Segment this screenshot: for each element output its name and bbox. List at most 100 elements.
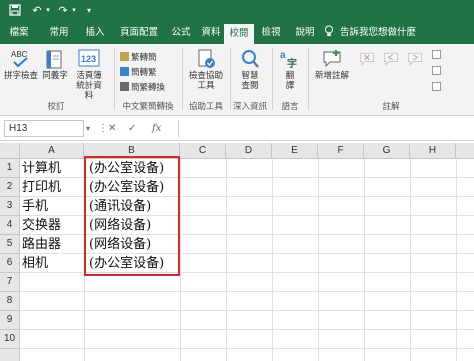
thesaurus-button[interactable]: 同義字 [40, 48, 70, 80]
cell-b4[interactable]: (网络设备) [84, 216, 180, 235]
row-header[interactable]: 5 [0, 235, 20, 254]
workbook-statistics-icon: 123 [78, 48, 100, 68]
trad-to-simp-label: 繁轉簡 [131, 52, 157, 62]
formula-bar: H13 ▾ ⋮ ✕ ✓ fx [0, 117, 474, 141]
column-header-a[interactable]: A [20, 143, 84, 159]
row-header[interactable] [0, 349, 20, 361]
cell-a5[interactable]: 路由器 [20, 235, 84, 254]
insert-function-icon[interactable]: fx [152, 121, 161, 137]
smart-lookup-label: 智慧查閱 [241, 70, 259, 90]
svg-text:ABC: ABC [11, 50, 28, 59]
name-box-dropdown-icon[interactable]: ▾ [86, 121, 90, 137]
tab-page-layout[interactable]: 頁面配置 [114, 22, 164, 44]
group-label-insights: 深入資訊 [232, 101, 267, 111]
cell-b3[interactable]: (通讯设备) [84, 197, 180, 216]
row-header[interactable]: 6 [0, 254, 20, 273]
tell-me-search[interactable]: 告訴我您想做什麼 [340, 22, 430, 44]
smart-lookup-icon [239, 48, 261, 68]
next-comment-icon [404, 50, 426, 70]
name-box[interactable]: H13 [4, 120, 84, 137]
tab-data[interactable]: 資料 [196, 22, 226, 44]
chinese-conversion-icon [120, 82, 129, 91]
tab-formulas[interactable]: 公式 [166, 22, 196, 44]
chinese-conversion-label: 簡繁轉換 [131, 82, 166, 92]
column-header-h[interactable]: H [410, 143, 456, 159]
row-header[interactable]: 7 [0, 273, 20, 292]
undo-dropdown-icon[interactable]: ▾ [44, 4, 52, 18]
workbook-statistics-button[interactable]: 123 活頁簿統計資料 [70, 48, 108, 100]
group-label-comments: 註解 [382, 101, 400, 111]
formula-input[interactable] [178, 120, 474, 137]
show-ink-icon [432, 82, 441, 91]
cell-b2[interactable]: (办公室设备) [84, 178, 180, 197]
check-accessibility-icon [195, 48, 217, 68]
ribbon-tabs: 檔案 常用 插入 頁面配置 公式 資料 校閱 檢視 說明 告訴我您想做什麼 [0, 22, 474, 44]
chinese-conversion-button[interactable]: 簡繁轉換 [120, 82, 165, 93]
cancel-icon[interactable]: ✕ [108, 121, 116, 137]
cell-a1[interactable]: 计算机 [20, 159, 84, 178]
workbook-statistics-label: 活頁簿統計資料 [76, 70, 102, 100]
row-header[interactable]: 9 [0, 311, 20, 330]
group-label-proofing: 校訂 [47, 101, 65, 111]
smart-lookup-button[interactable]: 智慧查閱 [232, 48, 268, 90]
spelling-button[interactable]: ABC 拼字檢查 [3, 48, 39, 80]
thesaurus-icon [44, 48, 66, 69]
column-header-g[interactable]: G [364, 143, 410, 159]
delete-comment-button[interactable] [356, 50, 378, 72]
previous-comment-button[interactable] [380, 50, 402, 72]
tab-home[interactable]: 常用 [44, 22, 74, 44]
simp-to-trad-button[interactable]: 簡轉繁 [120, 67, 157, 78]
cell-a2[interactable]: 打印机 [20, 178, 84, 197]
column-header-d[interactable]: D [226, 143, 272, 159]
column-header-overflow [456, 143, 474, 159]
delete-comment-icon [356, 50, 378, 70]
check-accessibility-button[interactable]: 檢查協助工具 [184, 48, 228, 90]
tab-file[interactable]: 檔案 [4, 22, 34, 44]
row-header[interactable]: 4 [0, 216, 20, 235]
translate-button[interactable]: a字 翻譯 [274, 48, 306, 90]
cell-a3[interactable]: 手机 [20, 197, 84, 216]
cell-a6[interactable]: 相机 [20, 254, 84, 273]
redo-dropdown-icon[interactable]: ▾ [70, 4, 78, 18]
row-header[interactable]: 2 [0, 178, 20, 197]
group-label-accessibility: 協助工具 [188, 101, 223, 111]
cell-b6[interactable]: (办公室设备) [84, 254, 180, 273]
cell-b5[interactable]: (网络设备) [84, 235, 180, 254]
column-header-f[interactable]: F [318, 143, 364, 159]
show-comment-button[interactable] [432, 50, 443, 61]
cell-a4[interactable]: 交换器 [20, 216, 84, 235]
simp-to-trad-label: 簡轉繁 [131, 67, 157, 77]
customize-qat-icon[interactable]: ▾ [84, 4, 94, 18]
row-header[interactable]: 3 [0, 197, 20, 216]
save-icon[interactable] [8, 4, 22, 18]
tab-insert[interactable]: 插入 [80, 22, 110, 44]
column-header-b[interactable]: B [84, 143, 180, 159]
translate-label: 翻譯 [285, 70, 295, 90]
check-accessibility-label: 檢查協助工具 [188, 70, 223, 90]
lightbulb-icon[interactable] [322, 22, 336, 44]
column-header-c[interactable]: C [180, 143, 226, 159]
row-header[interactable]: 10 [0, 330, 20, 349]
undo-icon[interactable]: ↶ [30, 4, 44, 18]
row-header[interactable]: 1 [0, 159, 20, 178]
trad-to-simp-button[interactable]: 繁轉簡 [120, 52, 157, 63]
more-options-icon: ⋮ [98, 123, 108, 134]
tab-help[interactable]: 說明 [290, 22, 320, 44]
new-comment-button[interactable]: 新增註解 [312, 48, 352, 80]
cell-b1[interactable]: (办公室设备) [84, 159, 180, 178]
tab-review[interactable]: 校閱 [224, 24, 254, 44]
column-header-e[interactable]: E [272, 143, 318, 159]
tab-view[interactable]: 檢視 [256, 22, 286, 44]
enter-icon[interactable]: ✓ [128, 121, 136, 137]
row-header[interactable]: 8 [0, 292, 20, 311]
select-all-corner[interactable] [0, 143, 20, 159]
title-bar: ↶ ▾ ↷ ▾ ▾ [0, 0, 474, 22]
show-all-comments-button[interactable] [432, 66, 443, 77]
new-comment-label: 新增註解 [314, 70, 349, 80]
show-ink-button[interactable] [432, 82, 443, 93]
show-all-comments-icon [432, 66, 441, 75]
next-comment-button[interactable] [404, 50, 426, 72]
show-comment-icon [432, 50, 441, 59]
redo-icon[interactable]: ↷ [56, 4, 70, 18]
group-label-chinese-conversion: 中文繁簡轉換 [122, 101, 174, 111]
